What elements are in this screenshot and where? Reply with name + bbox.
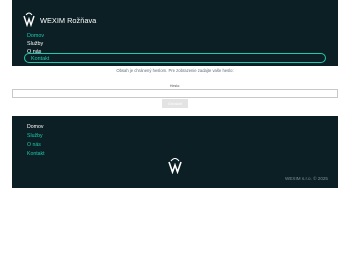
site-footer: Domov Služby O nás Kontakt WEXIM s.r.o. … bbox=[12, 116, 338, 188]
footer-nav: Domov Služby O nás Kontakt bbox=[27, 123, 45, 159]
submit-button[interactable]: Odoslať bbox=[162, 99, 188, 108]
footer-nav-sluzby[interactable]: Služby bbox=[27, 132, 45, 141]
main-nav: Domov Služby O nás Kontakt bbox=[24, 32, 340, 63]
copyright-text: WEXIM s.r.o. © 2025 bbox=[285, 176, 328, 181]
password-label: Heslo: bbox=[169, 84, 181, 88]
brand[interactable]: WEXIM Rožňava bbox=[22, 5, 96, 27]
page: WEXIM Rožňava Domov Služby O nás Kontakt… bbox=[12, 0, 338, 262]
nav-item-sluzby[interactable]: Služby bbox=[24, 40, 340, 48]
site-header: WEXIM Rožňava Domov Služby O nás Kontakt bbox=[12, 0, 338, 66]
password-input[interactable] bbox=[12, 89, 338, 98]
wexim-logo-icon bbox=[23, 12, 35, 27]
footer-nav-domov[interactable]: Domov bbox=[27, 123, 45, 132]
protected-content-notice: Obsah je chránený heslom. Pre zobrazenie… bbox=[116, 68, 234, 73]
footer-logo[interactable] bbox=[166, 156, 184, 179]
nav-item-domov[interactable]: Domov bbox=[24, 32, 340, 40]
footer-nav-o-nas[interactable]: O nás bbox=[27, 141, 45, 150]
nav-item-kontakt[interactable]: Kontakt bbox=[24, 53, 326, 63]
footer-nav-kontakt[interactable]: Kontakt bbox=[27, 150, 45, 159]
site-name: WEXIM Rožňava bbox=[40, 16, 97, 25]
wexim-footer-logo-icon bbox=[168, 157, 182, 175]
